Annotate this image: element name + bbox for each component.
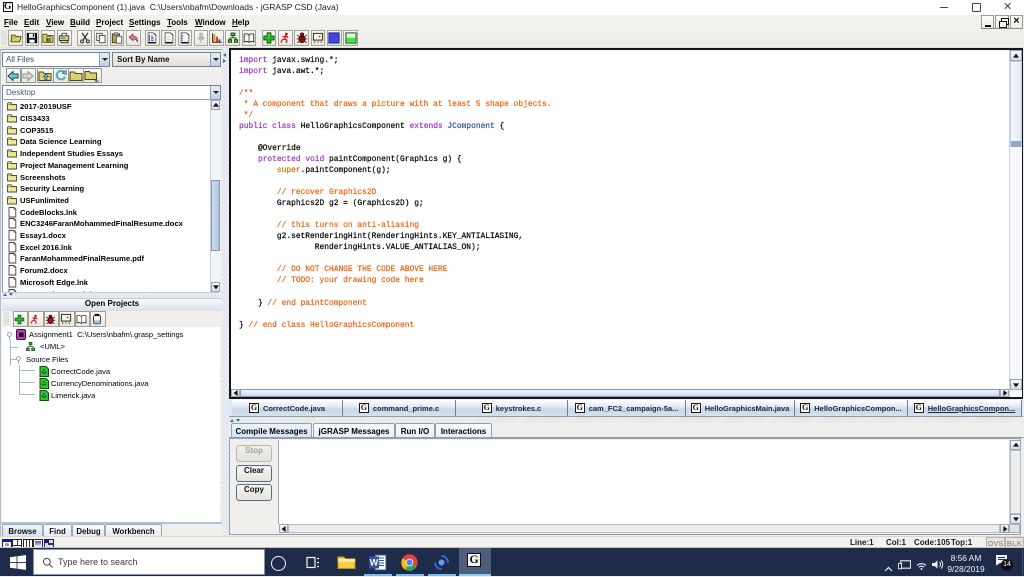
svg-text:W: W <box>370 558 379 568</box>
svg-text:B: B <box>47 37 51 42</box>
